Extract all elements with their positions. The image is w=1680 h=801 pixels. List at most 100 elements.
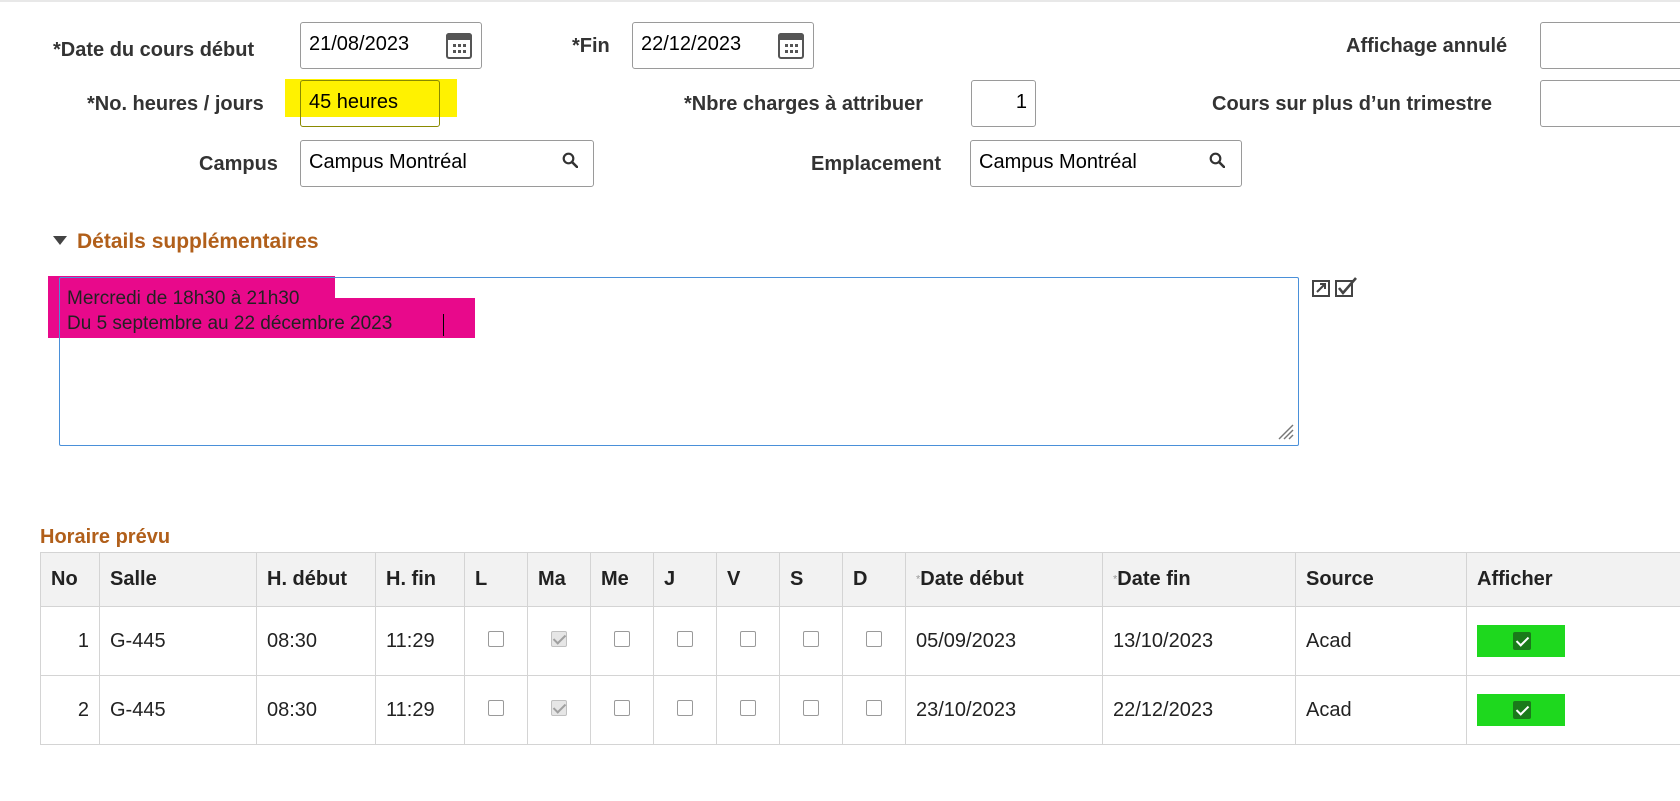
campus-field[interactable]: Campus Montréal — [300, 140, 594, 187]
details-line-1: Mercredi de 18h30 à 21h30 — [67, 288, 300, 309]
row-hdebut: 08:30 — [256, 675, 376, 745]
trimestre-field[interactable] — [1540, 80, 1680, 127]
calendar-icon[interactable] — [778, 33, 804, 59]
row-hfin: 11:29 — [375, 606, 465, 676]
heures-value: 45 heures — [309, 91, 398, 113]
day-v-cell — [716, 675, 780, 745]
calendar-icon[interactable] — [446, 33, 472, 59]
date-debut-label: *Date du cours début — [53, 39, 255, 61]
affichage-annule-field[interactable] — [1540, 22, 1680, 69]
day-s-cell — [779, 675, 843, 745]
day-me-cell — [590, 675, 654, 745]
col-no: No — [40, 552, 100, 607]
col-s: S — [779, 552, 843, 607]
heures-field[interactable]: 45 heures — [300, 80, 440, 127]
row-no: 1 — [40, 606, 100, 676]
emplacement-field[interactable]: Campus Montréal — [970, 140, 1242, 187]
search-icon[interactable] — [562, 152, 578, 168]
day-checkbox-s[interactable] — [803, 630, 819, 647]
emplacement-value: Campus Montréal — [979, 151, 1137, 173]
day-checkbox-j[interactable] — [677, 630, 693, 647]
table-row: 1 G-445 08:30 11:29 05/09/2023 13/10/202… — [40, 606, 1680, 676]
day-s-cell — [779, 606, 843, 676]
afficher-checkbox[interactable] — [1477, 694, 1565, 726]
table-header-row: No Salle H. début H. fin L Ma Me J V S D… — [40, 552, 1680, 607]
row-salle: G-445 — [99, 675, 257, 745]
day-checkbox-v[interactable] — [740, 699, 756, 716]
col-l: L — [464, 552, 528, 607]
col-source: Source — [1295, 552, 1467, 607]
search-icon[interactable] — [1209, 152, 1225, 168]
afficher-cell — [1466, 675, 1680, 745]
charges-field[interactable]: 1 — [971, 80, 1036, 127]
checkbox-checked-icon — [1513, 632, 1531, 650]
col-hfin: H. fin — [375, 552, 465, 607]
spellcheck-expand-icon[interactable] — [1312, 276, 1360, 298]
row-hdebut: 08:30 — [256, 606, 376, 676]
col-ma: Ma — [527, 552, 591, 607]
row-source: Acad — [1295, 606, 1467, 676]
row-source: Acad — [1295, 675, 1467, 745]
heures-label: *No. heures / jours — [87, 93, 264, 115]
col-me: Me — [590, 552, 654, 607]
row-hfin: 11:29 — [375, 675, 465, 745]
day-j-cell — [653, 606, 717, 676]
col-date-debut: *Date début — [905, 552, 1103, 607]
campus-label: Campus — [199, 153, 278, 175]
day-checkbox-d[interactable] — [866, 630, 882, 647]
row-date-fin: 22/12/2023 — [1102, 675, 1296, 745]
day-checkbox-me[interactable] — [614, 630, 630, 647]
day-me-cell — [590, 606, 654, 676]
day-checkbox-ma[interactable] — [551, 699, 567, 716]
day-checkbox-ma[interactable] — [551, 630, 567, 647]
day-d-cell — [842, 675, 906, 745]
schedule-title: Horaire prévu — [40, 526, 171, 548]
day-checkbox-l[interactable] — [488, 699, 504, 716]
row-no: 2 — [40, 675, 100, 745]
day-checkbox-d[interactable] — [866, 699, 882, 716]
col-j: J — [653, 552, 717, 607]
day-checkbox-l[interactable] — [488, 630, 504, 647]
trimestre-label: Cours sur plus d’un trimestre — [1212, 93, 1493, 115]
details-title: Détails supplémentaires — [77, 230, 319, 253]
top-border — [0, 0, 1680, 2]
col-v: V — [716, 552, 780, 607]
text-cursor — [443, 314, 444, 336]
emplacement-label: Emplacement — [811, 153, 942, 175]
row-salle: G-445 — [99, 606, 257, 676]
day-ma-cell — [527, 606, 591, 676]
day-l-cell — [464, 606, 528, 676]
day-checkbox-s[interactable] — [803, 699, 819, 716]
row-date-fin: 13/10/2023 — [1102, 606, 1296, 676]
col-afficher: Afficher — [1466, 552, 1680, 607]
date-debut-value: 21/08/2023 — [309, 33, 410, 55]
resize-handle-icon[interactable] — [1275, 421, 1295, 441]
affichage-annule-label: Affichage annulé — [1346, 35, 1508, 57]
row-date-debut: 23/10/2023 — [905, 675, 1103, 745]
day-v-cell — [716, 606, 780, 676]
day-checkbox-me[interactable] — [614, 699, 630, 716]
schedule-table: No Salle H. début H. fin L Ma Me J V S D… — [40, 552, 1680, 745]
fin-value: 22/12/2023 — [641, 33, 742, 55]
checkbox-checked-icon — [1513, 701, 1531, 719]
col-date-fin: *Date fin — [1102, 552, 1296, 607]
day-checkbox-v[interactable] — [740, 630, 756, 647]
details-line-2: Du 5 septembre au 22 décembre 2023 — [67, 313, 393, 334]
day-j-cell — [653, 675, 717, 745]
day-l-cell — [464, 675, 528, 745]
campus-value: Campus Montréal — [309, 151, 467, 173]
day-d-cell — [842, 606, 906, 676]
day-checkbox-j[interactable] — [677, 699, 693, 716]
charges-value: 1 — [1015, 91, 1027, 113]
col-salle: Salle — [99, 552, 257, 607]
table-row: 2 G-445 08:30 11:29 23/10/2023 22/12/202… — [40, 675, 1680, 745]
charges-label: *Nbre charges à attribuer — [684, 93, 923, 115]
day-ma-cell — [527, 675, 591, 745]
afficher-cell — [1466, 606, 1680, 676]
col-hdebut: H. début — [256, 552, 376, 607]
row-date-debut: 05/09/2023 — [905, 606, 1103, 676]
fin-label: *Fin — [572, 35, 610, 57]
afficher-checkbox[interactable] — [1477, 625, 1565, 657]
collapse-triangle-icon — [53, 235, 67, 245]
details-toggle[interactable]: Détails supplémentaires — [53, 230, 319, 254]
